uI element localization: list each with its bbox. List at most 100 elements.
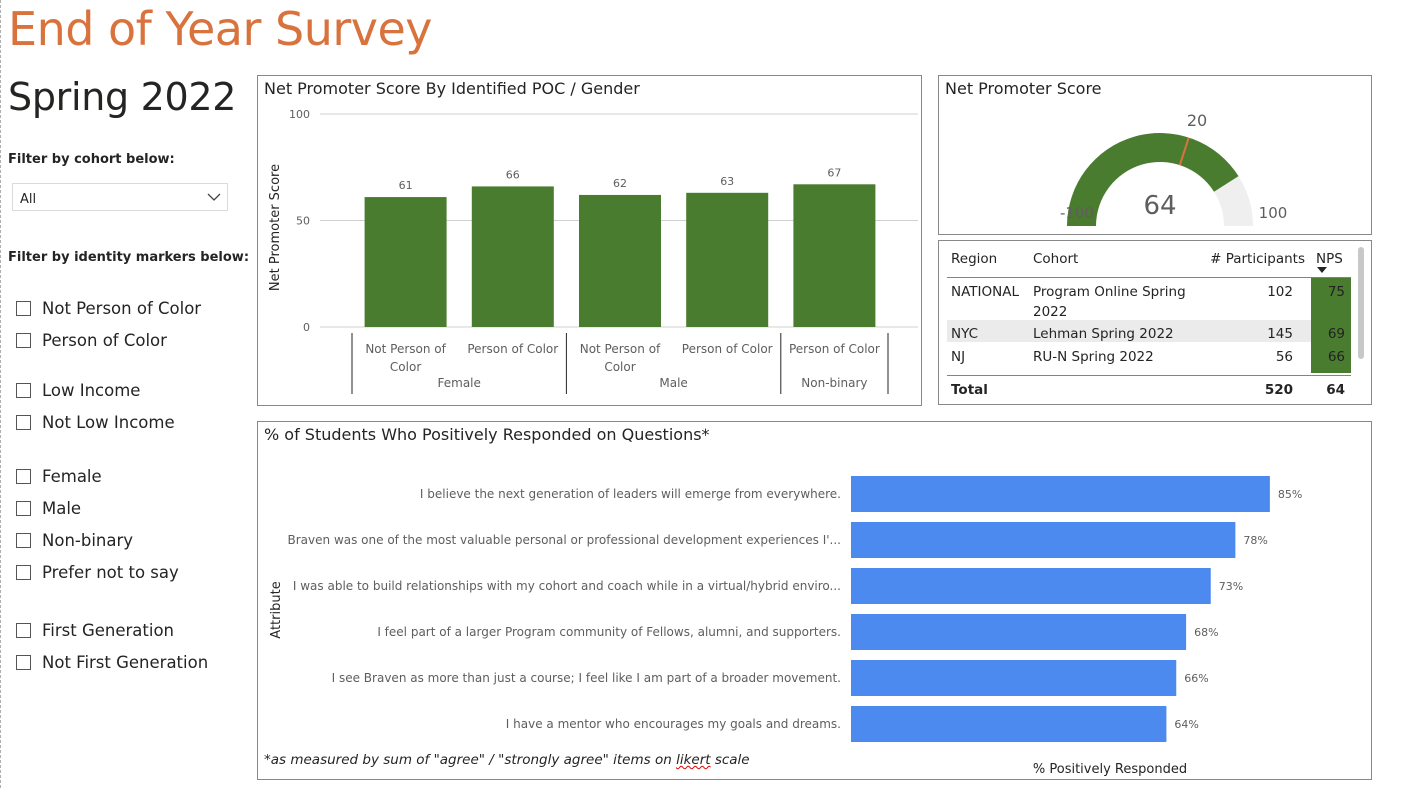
bar [851,614,1187,650]
x-tick-label: Color [604,360,635,374]
x-tick-label: Color [390,360,421,374]
y-tick-label: I feel part of a larger Program communit… [377,625,841,639]
table-total-nps: 64 [1326,382,1345,398]
y-tick-label: I have a mentor who encourages my goals … [506,717,841,731]
checkbox-label: Prefer not to say [42,562,179,582]
checkbox-box[interactable] [16,654,31,670]
sort-desc-icon [1317,267,1327,273]
checkbox-person-of-color[interactable]: Person of Color [16,328,167,352]
data-label: 67 [827,166,841,179]
table-cell-cohort: RU-N Spring 2022 [1033,349,1154,365]
gauge-min-label: -100 [1060,204,1094,222]
checkbox-box[interactable] [16,332,31,348]
table-cell-participants: 102 [1267,284,1293,300]
checkbox-not-person-of-color[interactable]: Not Person of Color [16,296,201,320]
identity-filter-label: Filter by identity markers below: [8,250,250,265]
data-label: 66% [1184,672,1208,685]
checkbox-box[interactable] [16,622,31,638]
y-tick-label: I was able to build relationships with m… [293,579,841,593]
page-title: End of Year Survey [8,2,433,56]
bar [471,186,554,327]
table-row-partial [947,366,1351,373]
checkbox-box[interactable] [16,532,31,548]
checkbox-label: Low Income [42,380,141,400]
checkbox-not-low-income[interactable]: Not Low Income [16,410,175,434]
checkbox-label: Male [42,498,82,518]
checkbox-low-income[interactable]: Low Income [16,378,140,402]
col-header-participants[interactable]: # Participants [1201,251,1305,267]
checkbox-non-binary[interactable]: Non-binary [16,528,133,552]
x-tick-label: Not Person of [580,342,661,356]
checkbox-label: Not First Generation [42,652,209,672]
bar [851,706,1167,742]
region-table-panel: Region Cohort # Participants NPS NATIONA… [938,240,1372,405]
table-cell-region: NYC [951,326,979,342]
checkbox-male[interactable]: Male [16,496,81,520]
group-label: Non-binary [801,376,867,390]
x-tick-label: Person of Color [682,342,773,356]
data-label: 85% [1278,488,1302,501]
table-cell-cohort: Program Online Spring [1033,284,1186,300]
data-label: 78% [1243,534,1267,547]
checkbox-box[interactable] [16,564,31,580]
data-label: 68% [1194,626,1218,639]
checkbox-box[interactable] [16,500,31,516]
y-tick-label: 50 [296,215,310,228]
table-scrollbar[interactable] [1358,247,1364,359]
checkbox-box[interactable] [16,414,31,430]
col-header-region[interactable]: Region [951,251,997,267]
table-total-label: Total [951,382,988,398]
nps-by-group-chart: 0 50 100 Net Promoter Score 61 Not Person of C… [268,108,918,394]
checkbox-label: First Generation [42,620,175,640]
table-cell-nps: 69 [1311,320,1351,343]
data-label: 73% [1219,580,1243,593]
bar [851,660,1177,696]
checkbox-box[interactable] [16,382,31,398]
x-tick-label: Not Person of [365,342,446,356]
checkbox-label: Not Person of Color [42,298,202,318]
bar [364,197,447,327]
checkbox-first-generation[interactable]: First Generation [16,618,174,642]
checkbox-label: Female [42,466,102,486]
data-label: 61 [399,179,413,192]
table-cell-nps: 75 [1311,278,1351,320]
checkbox-label: Person of Color [42,330,167,350]
checkbox-box[interactable] [16,300,31,316]
questions-panel: % of Students Who Positively Responded o… [257,421,1372,780]
checkbox-not-first-generation[interactable]: Not First Generation [16,650,208,674]
checkbox-prefer-not-to-say[interactable]: Prefer not to say [16,560,179,584]
checkbox-female[interactable]: Female [16,464,102,488]
y-axis-label: Attribute [269,581,284,638]
checkbox-label: Not Low Income [42,412,175,432]
cohort-dropdown[interactable]: All [12,183,228,211]
table-cell-participants: 145 [1267,326,1293,342]
table-cell-participants: 56 [1275,349,1293,365]
data-label: 66 [506,168,520,181]
x-axis-label: % Positively Responded [1033,762,1187,777]
nps-gauge-panel: Net Promoter Score 20 64 -100 100 [938,75,1372,235]
y-tick-label: 0 [303,321,310,334]
y-tick-label: 100 [289,108,310,121]
checkbox-box[interactable] [16,468,31,484]
table-total-participants: 520 [1264,382,1293,398]
table-cell-region: NJ [951,349,966,365]
gauge-target-label: 20 [1187,111,1207,130]
x-tick-label: Person of Color [789,342,880,356]
bar [851,476,1270,512]
footnote-text-end: scale [710,752,750,768]
nps-by-group-panel: Net Promoter Score By Identified POC / G… [257,75,922,406]
cohort-filter-label: Filter by cohort below: [8,152,175,167]
group-label: Male [659,376,687,390]
col-header-nps[interactable]: NPS [1316,251,1343,267]
y-tick-label: I believe the next generation of leaders… [420,487,841,501]
col-header-cohort[interactable]: Cohort [1033,251,1078,267]
table-cell-cohort-cont: 2022 [1033,304,1068,320]
gauge-max-label: 100 [1259,204,1288,222]
bar [579,194,661,327]
y-tick-label: I see Braven as more than just a course;… [332,671,841,685]
group-label: Female [438,376,481,390]
footnote-spellcheck-word: likert [676,752,711,768]
y-axis-label: Net Promoter Score [268,164,283,291]
table-cell-nps: 66 [1311,343,1351,366]
gauge-value: 64 [1143,191,1176,221]
